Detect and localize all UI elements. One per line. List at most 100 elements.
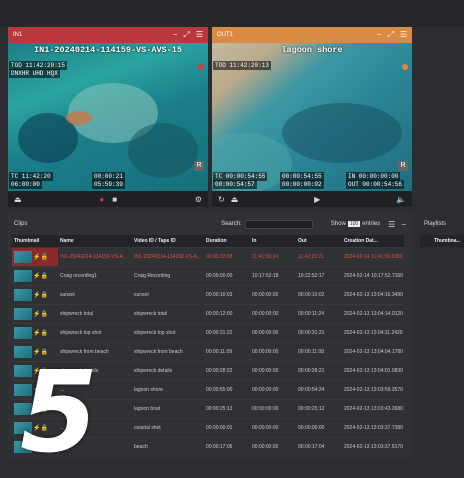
- clip-in: 00:00:00:00: [250, 284, 296, 304]
- output-tc2: 00:00:54:57: [213, 180, 257, 189]
- playlists-panel: Playlists Thumbna...: [420, 213, 464, 458]
- table-row[interactable]: ⚡🔒 IN1-20240214-114159-VS-A... IN1-2024021…: [12, 246, 404, 266]
- entries-select[interactable]: 100: [347, 221, 361, 227]
- stop-icon[interactable]: ■: [112, 195, 117, 204]
- input-transport: ⏏ ● ■ ⚙: [8, 191, 208, 207]
- eject-icon[interactable]: ⏏: [14, 195, 22, 204]
- table-row[interactable]: ⚡🔒 Craig recording1 Craig Recording 00:05:0…: [12, 265, 404, 285]
- column-header[interactable]: Video ID / Tape ID: [132, 235, 204, 247]
- clip-in: 00:00:00:00: [250, 417, 296, 437]
- clip-video-id: IN1-20240214-114159-VS-A...: [132, 246, 204, 266]
- input-remaining: 05:59:39: [92, 180, 125, 189]
- menu-icon[interactable]: ☰: [196, 30, 203, 40]
- lock-icon[interactable]: ⚡🔒: [33, 292, 48, 298]
- expand-icon[interactable]: ⤢: [183, 30, 189, 40]
- settings-icon[interactable]: ⚙: [195, 195, 202, 204]
- expand-icon[interactable]: ⤢: [387, 30, 393, 40]
- clip-video-id: beach: [132, 436, 204, 456]
- output-r-badge: R: [398, 161, 408, 171]
- clip-thumbnail: [14, 250, 32, 263]
- top-bar: [0, 0, 464, 27]
- clip-thumbnail: [14, 269, 32, 282]
- lock-icon[interactable]: ⚡🔒: [33, 273, 48, 279]
- minimize-icon[interactable]: −: [377, 30, 382, 40]
- column-header[interactable]: Name: [58, 235, 132, 247]
- clip-name: shipwreck top shot: [58, 322, 132, 342]
- search-label: Search:: [221, 221, 242, 227]
- add-icon[interactable]: −: [401, 220, 406, 229]
- output-player-label: OUT1: [217, 32, 234, 38]
- clip-thumbnail: [14, 307, 32, 320]
- clip-in: 00:00:00:00: [250, 303, 296, 323]
- clip-video-id: shipwreck total: [132, 303, 204, 323]
- clip-creation-date: 2024-02-14 10:17:52.7160: [342, 265, 404, 285]
- volume-icon[interactable]: 🔈: [396, 195, 406, 204]
- recording-indicator: [198, 64, 204, 70]
- input-player-header: IN1 − ⤢ ☰: [8, 27, 208, 43]
- clip-out: 00:00:54:24: [296, 379, 342, 399]
- clip-duration: 00:00:10:03: [204, 284, 250, 304]
- lock-icon[interactable]: ⚡🔒: [33, 330, 48, 336]
- column-header[interactable]: Duration: [204, 235, 250, 247]
- column-header[interactable]: Out: [296, 235, 342, 247]
- clip-out: 00:00:10:02: [296, 284, 342, 304]
- lock-icon[interactable]: ⚡🔒: [33, 254, 48, 260]
- output-tod: TOD 11:42:20:13: [213, 61, 272, 70]
- output-player: OUT1 − ⤢ ☰ lagoon shore TOD 11:42:20:13 …: [212, 27, 412, 207]
- clip-creation-date: 2024-02-13 13:04:16.3490: [342, 284, 404, 304]
- output-clip-title: lagoon shore: [281, 45, 343, 55]
- column-header[interactable]: In: [250, 235, 296, 247]
- table-row[interactable]: ⚡🔒 shipwreck total shipwreck total 00:00:12…: [12, 303, 404, 323]
- minimize-icon[interactable]: −: [173, 30, 178, 40]
- clip-video-id: sunset: [132, 284, 204, 304]
- play-icon[interactable]: ▶: [314, 195, 320, 204]
- clip-creation-date: 2024-02-13 13:04:01.0830: [342, 360, 404, 380]
- clip-out: 00:00:25:12: [296, 398, 342, 418]
- clip-in: 00:00:00:00: [250, 360, 296, 380]
- clip-video-id: lagoon boat: [132, 398, 204, 418]
- output-out-point: OUT 00:00:54:56: [346, 180, 405, 189]
- clip-duration: 00:00:11:09: [204, 341, 250, 361]
- input-video-preview: IN1-20240214-114159-VS-AVS-15 TOD 11:42:…: [8, 43, 208, 191]
- eject-icon[interactable]: ⏏: [231, 195, 239, 204]
- search-input[interactable]: [244, 219, 313, 229]
- clip-video-id: Craig Recording: [132, 265, 204, 285]
- record-icon[interactable]: ●: [99, 195, 104, 204]
- thumbnail-cell: ⚡🔒: [12, 265, 58, 285]
- table-row[interactable]: ⚡🔒 sunset sunset 00:00:10:03 00:00:00:00 00:0…: [12, 284, 404, 304]
- clip-video-id: shipwreck from beach: [132, 341, 204, 361]
- lock-icon[interactable]: ⚡🔒: [33, 311, 48, 317]
- thumbnail-cell: ⚡🔒: [12, 246, 58, 266]
- clip-video-id: coastal shot: [132, 417, 204, 437]
- menu-icon[interactable]: ☰: [388, 220, 395, 229]
- clip-creation-date: 2024-02-13 13:04:04.1780: [342, 341, 404, 361]
- clip-name: IN1-20240214-114159-VS-A...: [58, 246, 132, 266]
- clip-creation-date: 2024-02-13 13:03:37.5170: [342, 436, 404, 456]
- column-header[interactable]: Creation Dat...: [342, 235, 404, 247]
- clip-thumbnail: [14, 326, 32, 339]
- thumbnail-cell: ⚡🔒: [12, 322, 58, 342]
- thumbnail-cell: ⚡🔒: [12, 303, 58, 323]
- column-header[interactable]: Thumbnail: [12, 235, 58, 247]
- entries-label: entries: [362, 221, 381, 227]
- clip-out: 00:00:11:24: [296, 303, 342, 323]
- clip-out: 10:22:52:17: [296, 265, 342, 285]
- playlists-title: Playlists: [424, 221, 447, 227]
- clip-duration: 00:00:25:13: [204, 398, 250, 418]
- clip-video-id: shipwreck top shot: [132, 322, 204, 342]
- column-header[interactable]: Thumbna...: [420, 235, 464, 247]
- loop-icon[interactable]: ↻: [218, 195, 225, 204]
- clip-in: 00:00:00:00: [250, 436, 296, 456]
- clip-in: 00:00:00:00: [250, 322, 296, 342]
- clip-in: 00:00:00:00: [250, 341, 296, 361]
- input-player-label: IN1: [13, 32, 23, 38]
- clip-thumbnail: [14, 288, 32, 301]
- menu-icon[interactable]: ☰: [400, 30, 407, 40]
- clip-duration: 00:00:31:22: [204, 322, 250, 342]
- input-clip-title: IN1-20240214-114159-VS-AVS-15: [34, 45, 182, 55]
- table-row[interactable]: ⚡🔒 shipwreck top shot shipwreck top shot 00…: [12, 322, 404, 342]
- clip-in: 00:00:00:00: [250, 398, 296, 418]
- clip-creation-date: 2024-02-13 13:03:37.7380: [342, 417, 404, 437]
- clip-out: 11:42:20:21: [296, 246, 342, 266]
- clip-creation-date: 2024-02-13 13:04:14.0120: [342, 303, 404, 323]
